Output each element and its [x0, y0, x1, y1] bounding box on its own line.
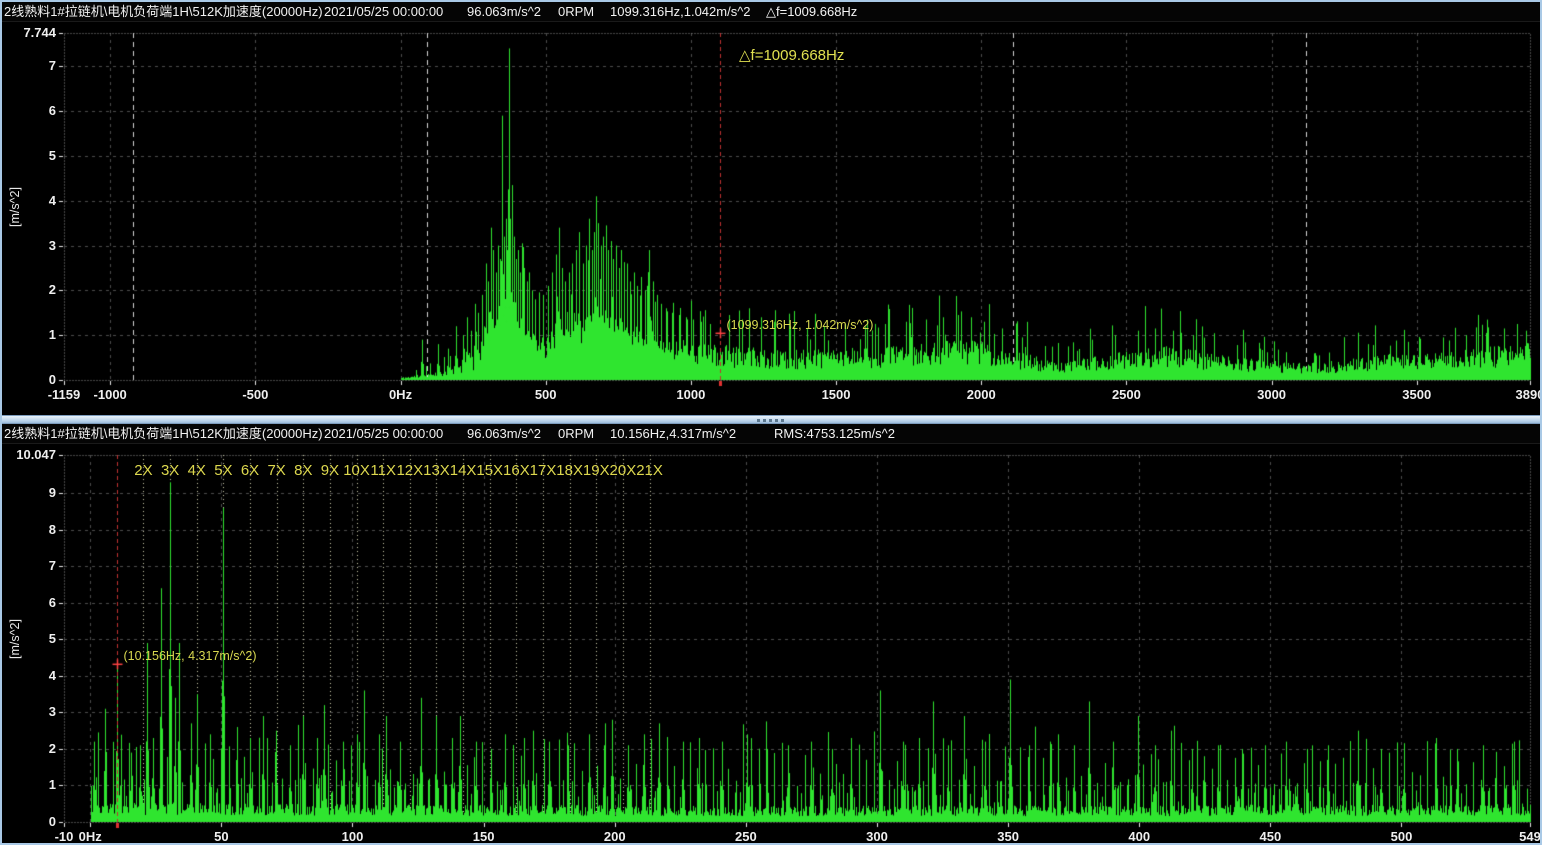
y-tick-label: 4: [2, 193, 56, 208]
spectrum-panel-top: 2线熟料1#拉链机\电机负荷端1H\512K加速度(20000Hz) 2021/…: [2, 2, 1540, 415]
panel-splitter[interactable]: [2, 415, 1540, 424]
x-tick-label: -500: [220, 387, 290, 402]
x-tick-label: 1000: [656, 387, 726, 402]
y-tick-label: 7: [2, 558, 56, 573]
y-tick-label: 3: [2, 238, 56, 253]
cursor-readout: 1099.316Hz,1.042m/s^2: [610, 2, 751, 22]
spectrum-plot-top[interactable]: [2, 22, 1540, 415]
x-tick-label: 500: [511, 387, 581, 402]
timestamp-label: 2021/05/25 00:00:00: [324, 424, 443, 444]
y-tick-label: 3: [2, 704, 56, 719]
cursor-readout: 10.156Hz,4.317m/s^2: [610, 424, 736, 444]
panel-header-bottom: 2线熟料1#拉链机\电机负荷端1H\512K加速度(20000Hz) 2021/…: [2, 424, 1540, 444]
x-tick-label: 250: [711, 829, 781, 844]
y-tick-label: 2: [2, 741, 56, 756]
x-tick-label: 2500: [1091, 387, 1161, 402]
x-tick-label: 150: [449, 829, 519, 844]
y-tick-label: 1: [2, 777, 56, 792]
delta-f-annotation: △f=1009.668Hz: [739, 46, 844, 64]
overall-value-label: 96.063m/s^2: [467, 424, 541, 444]
x-tick-label: 1500: [801, 387, 871, 402]
cursor-annotation: (10.156Hz, 4.317m/s^2): [124, 649, 257, 663]
spectrum-panel-bottom: 2线熟料1#拉链机\电机负荷端1H\512K加速度(20000Hz) 2021/…: [2, 424, 1540, 843]
y-tick-label: 0: [2, 372, 56, 387]
y-tick-label: 5: [2, 148, 56, 163]
y-tick-label: 4: [2, 668, 56, 683]
timestamp-label: 2021/05/25 00:00:00: [324, 2, 443, 22]
x-tick-label: 50: [186, 829, 256, 844]
x-tick-label: 3000: [1237, 387, 1307, 402]
y-tick-label: 0: [2, 814, 56, 829]
x-tick-label: 3890: [1495, 387, 1542, 402]
delta-f-readout: △f=1009.668Hz: [766, 2, 857, 22]
spectrum-plot-bottom[interactable]: [2, 444, 1540, 843]
x-tick-label: 200: [580, 829, 650, 844]
x-tick-label: 3500: [1382, 387, 1452, 402]
y-tick-label: 1: [2, 327, 56, 342]
splitter-grip-icon: [757, 419, 785, 422]
plot-area-top: [m/s^2] △f=1009.668Hz -1159-1000-5000Hz5…: [2, 22, 1540, 415]
x-tick-label: 400: [1104, 829, 1174, 844]
x-tick-label: 450: [1235, 829, 1305, 844]
y-tick-label: 8: [2, 522, 56, 537]
y-tick-label: 6: [2, 595, 56, 610]
y-axis-max-label: 7.744: [2, 25, 56, 40]
x-tick-label: 350: [973, 829, 1043, 844]
rms-readout: RMS:4753.125m/s^2: [774, 424, 895, 444]
x-tick-label: 100: [317, 829, 387, 844]
signal-path-label: 2线熟料1#拉链机\电机负荷端1H\512K加速度(20000Hz): [4, 2, 323, 22]
y-tick-label: 6: [2, 103, 56, 118]
vibration-analyzer-window: 2线熟料1#拉链机\电机负荷端1H\512K加速度(20000Hz) 2021/…: [0, 0, 1542, 845]
overall-value-label: 96.063m/s^2: [467, 2, 541, 22]
panel-header-top: 2线熟料1#拉链机\电机负荷端1H\512K加速度(20000Hz) 2021/…: [2, 2, 1540, 22]
y-axis-max-label: 10.047: [2, 447, 56, 462]
x-tick-label: 0Hz: [366, 387, 436, 402]
y-tick-label: 7: [2, 58, 56, 73]
x-tick-label: 0Hz: [55, 829, 125, 844]
y-tick-label: 5: [2, 631, 56, 646]
y-tick-label: 9: [2, 485, 56, 500]
x-tick-label: 500: [1366, 829, 1436, 844]
x-tick-label: -1000: [75, 387, 145, 402]
harmonic-order-label: 21X: [630, 462, 670, 479]
y-tick-label: 2: [2, 282, 56, 297]
rpm-label: 0RPM: [558, 2, 594, 22]
signal-path-label: 2线熟料1#拉链机\电机负荷端1H\512K加速度(20000Hz): [4, 424, 323, 444]
x-tick-label: 2000: [946, 387, 1016, 402]
x-tick-label: 549: [1495, 829, 1542, 844]
rpm-label: 0RPM: [558, 424, 594, 444]
plot-area-bottom: [m/s^2] -100Hz50100150200250300350400450…: [2, 444, 1540, 843]
x-tick-label: 300: [842, 829, 912, 844]
cursor-annotation: (1099.316Hz, 1.042m/s^2): [727, 318, 874, 332]
